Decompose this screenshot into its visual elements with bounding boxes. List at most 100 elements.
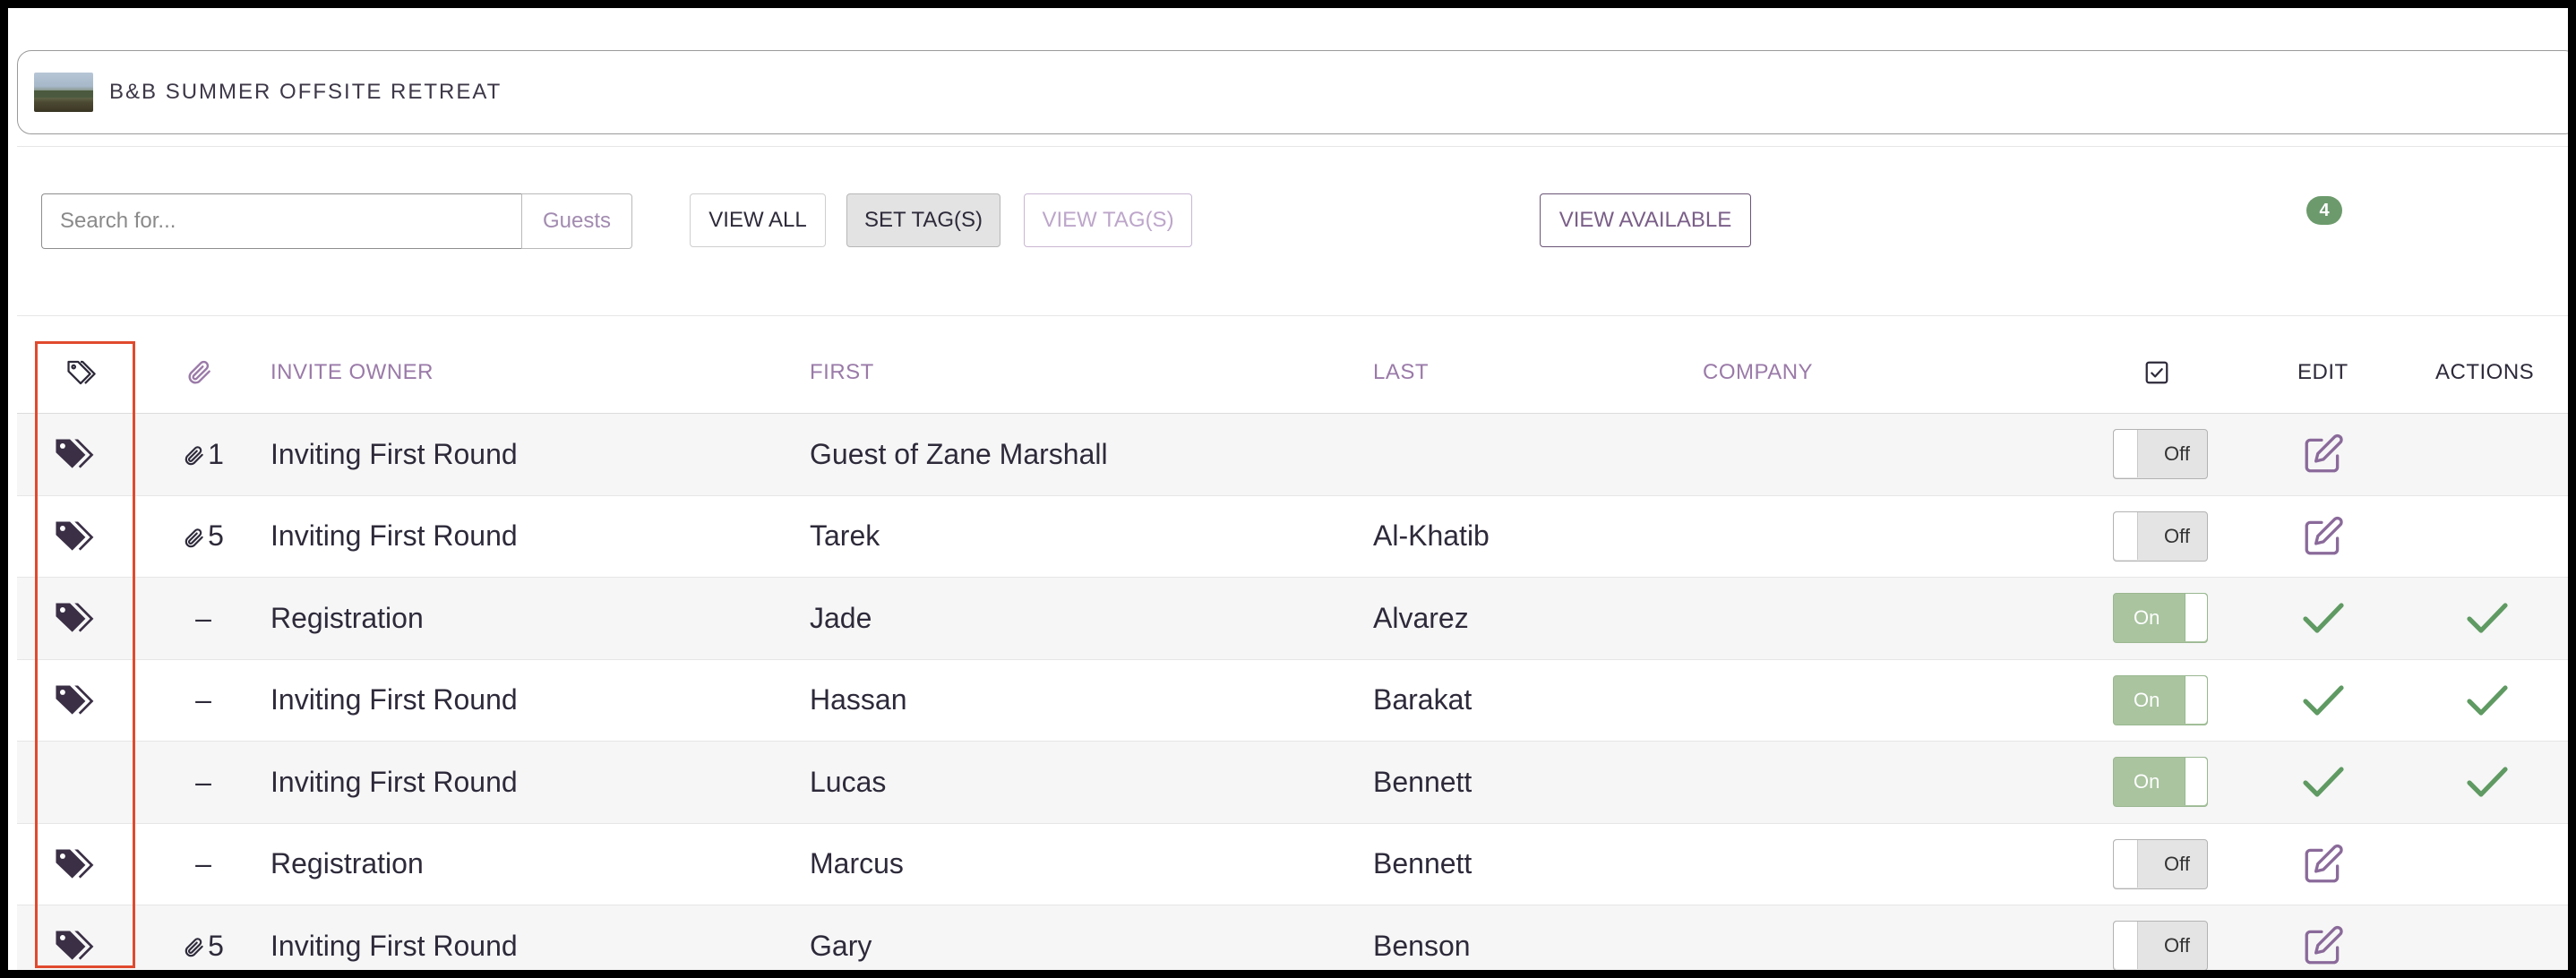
event-header[interactable]: B&B SUMMER OFFSITE RETREAT (17, 50, 2568, 134)
toggle-cell: On (2111, 578, 2210, 658)
toggle-cell: Off (2111, 824, 2210, 905)
view-available-button[interactable]: VIEW AVAILABLE (1540, 193, 1751, 247)
table-row[interactable]: – Inviting First Round Hassan Barakat On (17, 660, 2568, 742)
action-cell (2451, 905, 2523, 970)
toggle-cell: Off (2111, 414, 2210, 494)
attachment-cell[interactable]: 5 (167, 496, 239, 577)
checkbox-checked-icon (2145, 361, 2168, 384)
check-icon (2303, 767, 2344, 797)
edit-cell[interactable] (2292, 496, 2355, 577)
tag-cell[interactable] (51, 578, 101, 658)
tag-cell[interactable] (51, 824, 101, 905)
header-invite-owner[interactable]: INVITE OWNER (270, 332, 434, 413)
toggle-label: On (2134, 606, 2160, 629)
table-row[interactable]: 5 Inviting First Round Tarek Al-Khatib Off (17, 496, 2568, 578)
paperclip-icon (185, 528, 203, 547)
first-name-cell: Guest of Zane Marshall (810, 437, 1108, 470)
status-toggle[interactable]: Off (2113, 510, 2208, 562)
tag-column-header[interactable] (65, 332, 96, 413)
edit-icon (2305, 925, 2343, 965)
header-first[interactable]: FIRST (810, 332, 874, 413)
search-scope-button[interactable]: Guests (521, 193, 632, 249)
toggle-cell: Off (2111, 905, 2210, 970)
attachment-count: – (195, 765, 211, 798)
first-name-cell: Lucas (810, 765, 887, 798)
toggle-label: On (2134, 688, 2160, 711)
toggle-label: Off (2164, 524, 2190, 547)
toggle-cell: On (2111, 742, 2210, 822)
last-name-cell: Barakat (1373, 683, 1473, 716)
attachment-cell[interactable]: – (167, 824, 239, 905)
toggle-knob (2114, 922, 2138, 969)
attachment-count: 5 (208, 929, 224, 962)
paperclip-icon (185, 938, 203, 957)
status-toggle[interactable]: On (2113, 674, 2208, 725)
search-input[interactable] (41, 193, 521, 249)
edit-cell (2292, 578, 2355, 658)
tag-cell[interactable] (51, 414, 101, 494)
edit-icon (2305, 433, 2343, 473)
last-name-cell: Bennett (1373, 765, 1473, 798)
tag-cell[interactable] (51, 496, 101, 577)
attachment-cell[interactable]: – (167, 742, 239, 822)
view-tags-button[interactable]: VIEW TAG(S) (1024, 193, 1192, 247)
header-last[interactable]: LAST (1373, 332, 1429, 413)
check-icon (2467, 767, 2508, 797)
table-row[interactable]: 5 Inviting First Round Gary Benson Off (17, 905, 2568, 970)
paperclip-icon (188, 360, 210, 384)
edit-icon (2305, 516, 2343, 554)
app-frame: B&B SUMMER OFFSITE RETREAT Guests VIEW A… (8, 8, 2568, 970)
status-toggle[interactable]: Off (2113, 921, 2208, 970)
invite-owner-cell: Registration (270, 847, 424, 879)
toggle-knob (2114, 839, 2138, 888)
search-group: Guests (41, 193, 632, 249)
edit-cell (2292, 660, 2355, 741)
table-body: 1 Inviting First Round Guest of Zane Marsh… (17, 414, 2568, 970)
event-thumbnail (34, 73, 93, 112)
toggle-knob (2185, 594, 2207, 641)
status-toggle[interactable]: Off (2113, 429, 2208, 479)
toggle-label: On (2134, 770, 2160, 793)
table-row[interactable]: 1 Inviting First Round Guest of Zane Marsh… (17, 414, 2568, 496)
tag-outline-icon (67, 360, 96, 385)
first-name-cell: Gary (810, 929, 872, 962)
status-toggle[interactable]: On (2113, 757, 2208, 807)
attachment-cell[interactable]: – (167, 578, 239, 658)
attachment-count: – (195, 683, 211, 716)
toggle-knob (2114, 430, 2138, 477)
check-icon (2303, 684, 2344, 716)
edit-cell[interactable] (2292, 905, 2355, 970)
tag-cell[interactable] (51, 660, 101, 741)
status-toggle[interactable]: On (2113, 593, 2208, 643)
first-name-cell: Marcus (810, 847, 904, 879)
edit-cell[interactable] (2292, 824, 2355, 905)
action-cell (2451, 824, 2523, 905)
attachment-count: 5 (208, 519, 224, 552)
first-name-cell: Jade (810, 601, 872, 634)
count-badge: 4 (2306, 196, 2342, 225)
tag-cell[interactable] (51, 742, 101, 822)
last-name-cell: Al-Khatib (1373, 519, 1490, 552)
check-icon (2467, 603, 2508, 633)
view-all-button[interactable]: VIEW ALL (690, 193, 826, 247)
set-tags-button[interactable]: SET TAG(S) (846, 193, 1000, 247)
tags-icon (56, 603, 94, 632)
attachment-cell[interactable]: 1 (167, 414, 239, 494)
table-row[interactable]: – Registration Marcus Bennett Off (17, 824, 2568, 905)
action-cell (2451, 660, 2523, 741)
edit-cell[interactable] (2292, 414, 2355, 494)
attachment-column-header[interactable] (185, 332, 214, 413)
attachment-cell[interactable]: – (167, 660, 239, 741)
table-row[interactable]: – Inviting First Round Lucas Bennett On (17, 742, 2568, 824)
select-column-header[interactable] (2143, 332, 2170, 413)
header-edit: EDIT (2297, 360, 2348, 384)
tag-cell[interactable] (51, 905, 101, 970)
header-company[interactable]: COMPANY (1703, 332, 1813, 413)
status-toggle[interactable]: Off (2113, 838, 2208, 889)
table-header: INVITE OWNER FIRST LAST COMPANY EDIT ACT… (17, 332, 2568, 414)
attachment-cell[interactable]: 5 (167, 905, 239, 970)
toggle-knob (2185, 675, 2207, 724)
table-row[interactable]: – Registration Jade Alvarez On (17, 578, 2568, 660)
tags-icon (56, 931, 94, 960)
invite-owner-cell: Inviting First Round (270, 683, 518, 716)
